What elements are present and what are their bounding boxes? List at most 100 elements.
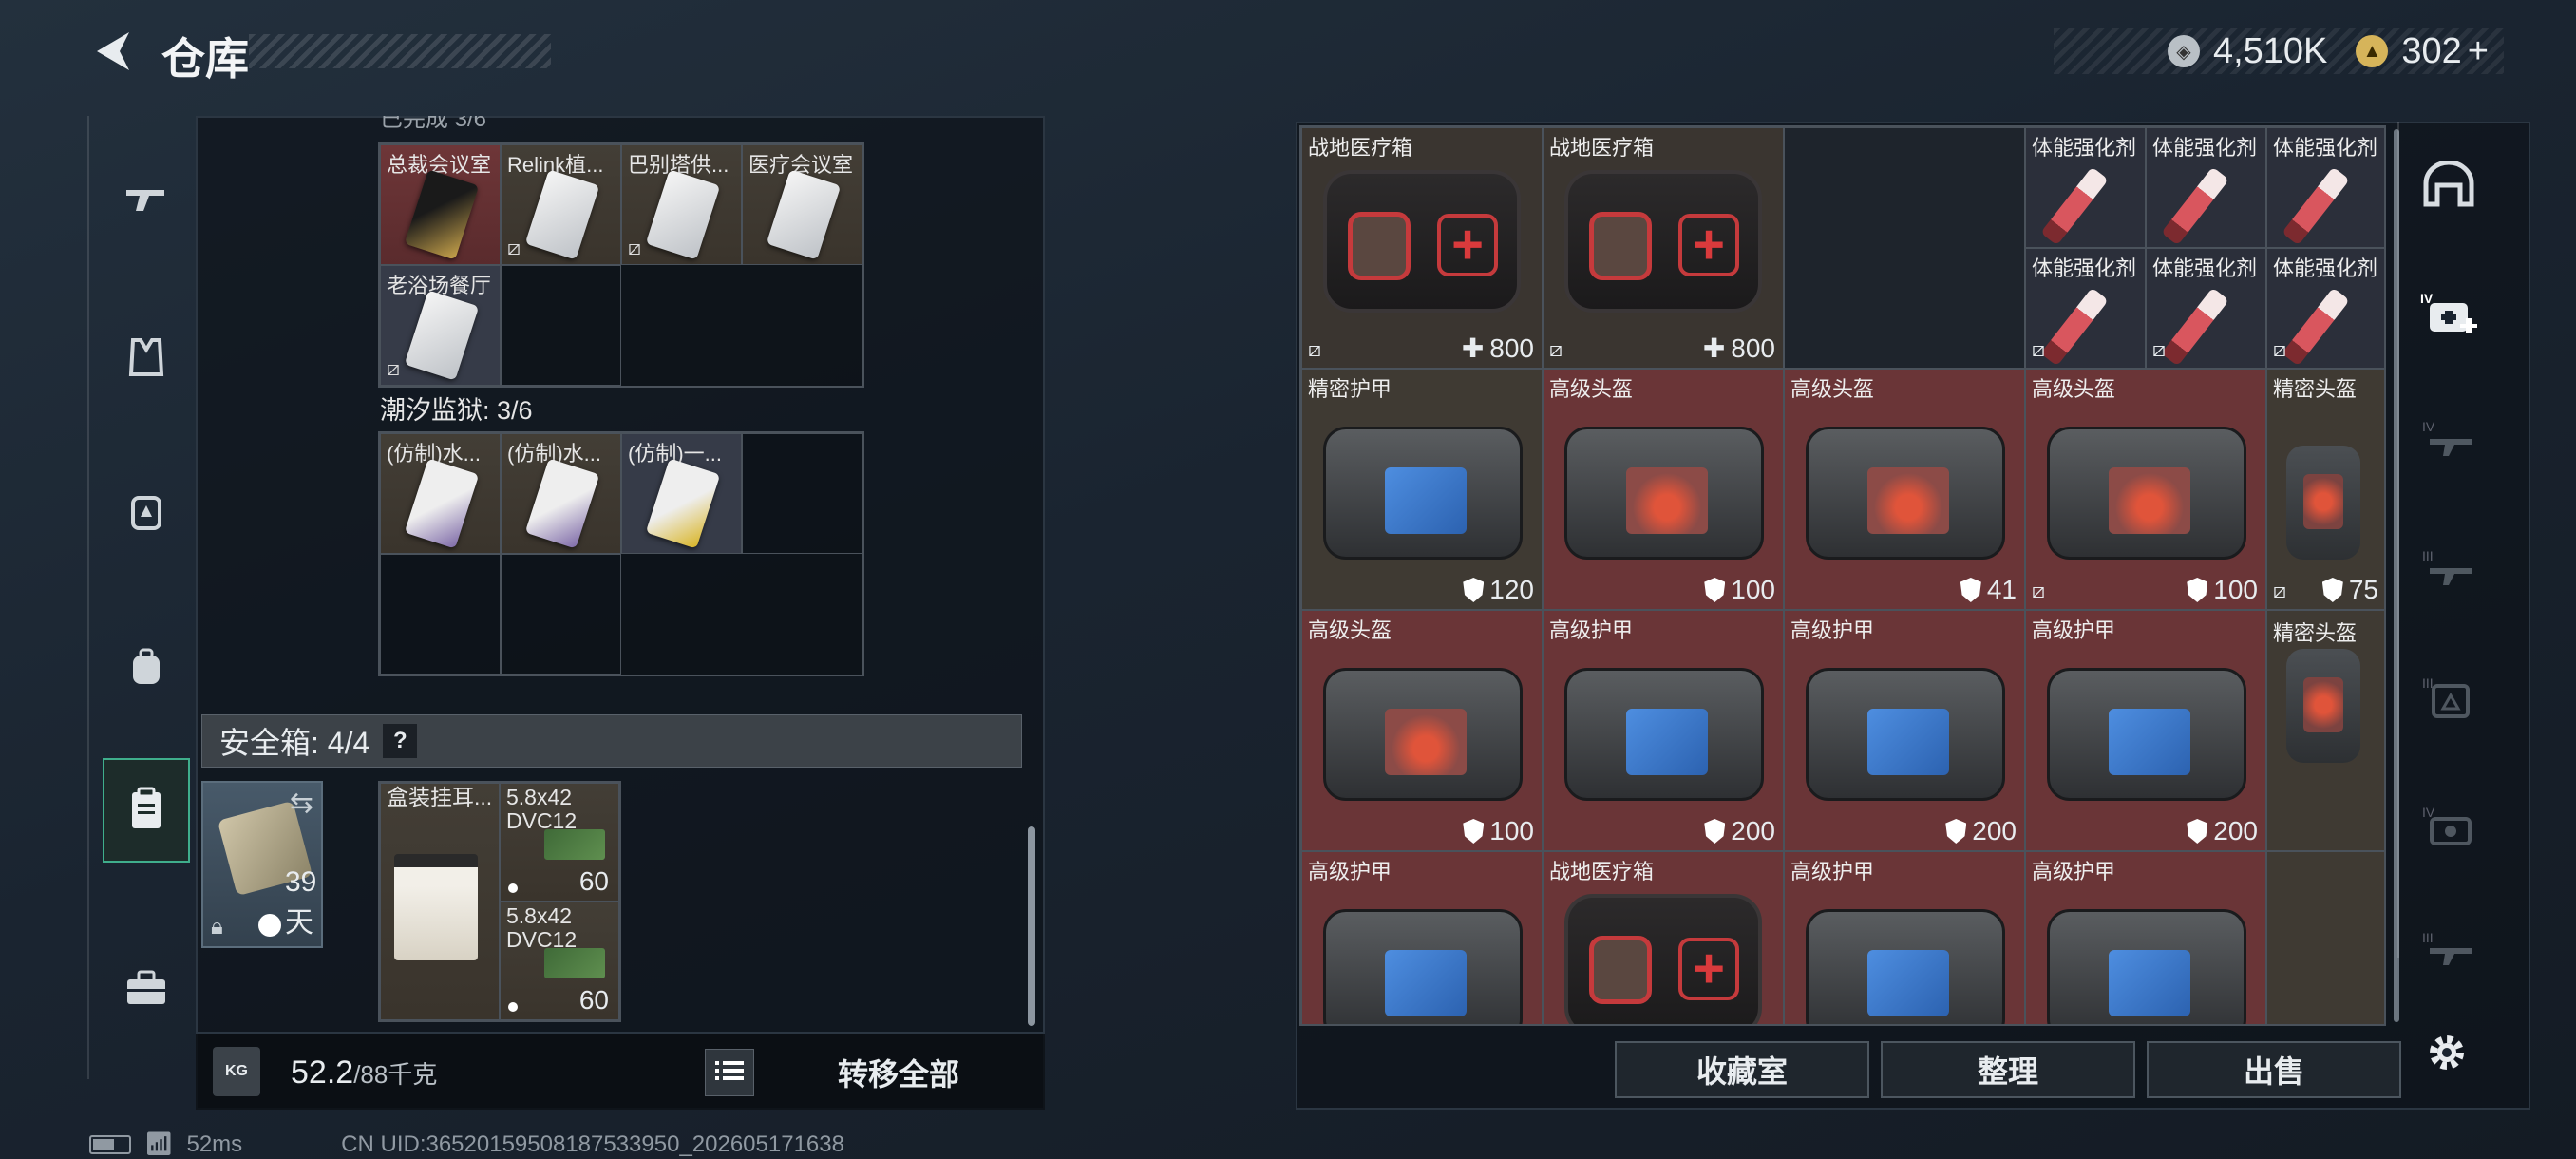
item-value: ✚ 800 [1461,332,1534,364]
item-name: 体能强化剂 [2032,256,2137,280]
no-trade-icon: ⧄ [387,356,400,380]
item-name: 高级护甲 [1790,618,1875,642]
nav-toolbox[interactable] [103,946,190,1034]
nav-weapons[interactable] [103,158,190,245]
vest-icon [127,336,165,383]
injector-item[interactable]: 体能强化剂 [2146,127,2266,248]
tab-medical[interactable]: IV [2415,281,2483,350]
tab-all[interactable] [2415,152,2483,220]
key-card-slot[interactable]: (仿制)水... [380,433,501,554]
durability: 41 [1960,575,2017,605]
settings-button[interactable] [2418,1026,2475,1083]
gun-icon [123,180,170,223]
gold-add-button[interactable]: + [2468,31,2489,72]
ammo-box-icon [544,948,605,978]
helmet-item[interactable]: 高级头盔 41 [1784,369,2025,610]
item-name: 高级护甲 [1308,860,1392,884]
tab-iii-misc[interactable]: III [2415,916,2483,984]
ammo-box-icon [544,829,605,860]
sell-button[interactable]: 出售 [2147,1041,2401,1098]
tab-iii-weapon[interactable]: III [2415,536,2483,604]
injector-item[interactable]: 体能强化剂 [2025,127,2146,248]
injector-item[interactable]: 体能强化剂 ⧄ [2025,248,2146,369]
nav-armor[interactable] [103,315,190,403]
empty-slot[interactable] [742,433,862,554]
gold-coin-icon: ▲ [2356,35,2389,67]
medkit-icon: + [1564,894,1762,1024]
key-card-slot[interactable]: (仿制)水... [501,433,621,554]
key-card-slot[interactable]: 总裁会议室 [380,144,501,265]
injector-item[interactable]: 体能强化剂 ⧄ [2146,248,2266,369]
empty-slot[interactable] [1784,127,2025,369]
wifi-icon: ︎📶︎ [144,1131,174,1157]
key-card-slot[interactable]: Relink植... ⧄ [501,144,621,265]
item-name: 高级护甲 [2032,618,2116,642]
grid-gap [621,265,862,386]
nav-backpack[interactable] [103,625,190,712]
helmet-item[interactable]: 精密头盔 ⧄ 75 [2266,369,2384,610]
no-trade-icon: ⧄ [628,236,641,259]
medkit-icon: + [1564,170,1762,313]
injector-item[interactable]: 体能强化剂 [2266,127,2384,248]
helmet-item[interactable]: 高级头盔 100 [1543,369,1784,610]
medkit-item[interactable]: 战地医疗箱 + ⧄ ✚ 800 [1543,127,1784,369]
armor-item[interactable]: 高级护甲 [2025,851,2266,1024]
item-slot[interactable]: 盒装挂耳... [380,783,500,1020]
empty-slot[interactable] [2266,851,2384,1024]
key-card-slot[interactable]: 老浴场餐厅 ⧄ [380,265,501,386]
key-card-slot[interactable]: 巴别塔供... ⧄ [621,144,742,265]
sort-button[interactable]: 整理 [1881,1041,2135,1098]
page-title: 仓库 [161,34,249,84]
item-name: 盒装挂耳... [387,785,493,809]
medkit-item[interactable]: 战地医疗箱 + ⧄ ✚ 800 [1301,127,1543,369]
item-name: 体能强化剂 [2273,256,2378,280]
help-button[interactable]: ? [383,724,418,758]
svg-text:IV: IV [2422,419,2435,434]
status-bar: ︎📶︎ 52ms CN UID:36520159508187533950_202… [89,1130,844,1158]
back-button[interactable] [84,21,141,82]
item-name: 战地医疗箱 [1308,136,1413,160]
weight-value: 52.2 [291,1054,354,1091]
medkit-add-icon: IV [2420,290,2477,342]
armor-item[interactable]: 高级护甲 200 [1543,610,1784,851]
list-view-button[interactable] [705,1049,754,1096]
empty-slot[interactable] [501,554,621,674]
item-quantity: 60 [578,985,609,1015]
ammo-slot[interactable]: 5.8x42 DVC12 60 [500,902,619,1020]
tab-iv-weapon[interactable]: IV [2415,407,2483,475]
ping: 52ms [186,1130,243,1157]
medkit-icon: + [1323,170,1521,313]
safebox-label: 安全箱: 4/4 [219,726,370,760]
lock-icon: 🔒︎ [211,914,223,940]
key-card-slot[interactable]: (仿制)一... [621,433,742,554]
inventory-scrollbar[interactable] [1028,826,1035,1026]
clock-icon [258,914,281,937]
prison-key-grid: (仿制)水... (仿制)水... (仿制)一... [378,431,864,676]
tab-iv-rig[interactable]: IV [2415,794,2483,863]
backpack-icon [127,646,165,693]
helmet-item[interactable]: 精密头盔 [2266,610,2384,851]
collection-room-button[interactable]: 收藏室 [1615,1041,1869,1098]
medkit-item[interactable]: 战地医疗箱 + [1543,851,1784,1024]
ammo-slot[interactable]: 5.8x42 DVC12 60 [500,783,619,902]
nav-chest-rig[interactable] [103,469,190,557]
empty-slot[interactable] [380,554,501,674]
key-card-slot[interactable]: 医疗会议室 [742,144,862,265]
tab-iii-armor[interactable]: III [2415,665,2483,733]
armor-item[interactable]: 高级护甲 [1301,851,1543,1024]
empty-slot[interactable] [501,265,621,386]
injector-item[interactable]: 体能强化剂 ⧄ [2266,248,2384,369]
armor-item[interactable]: 高级护甲 200 [1784,610,2025,851]
armor-item[interactable]: 精密护甲 120 [1301,369,1543,610]
transfer-all-button[interactable]: 转移全部 [766,1049,1032,1096]
nav-safebox[interactable] [103,758,190,863]
safebox-slot[interactable]: ⇆ 🔒︎ 39天 [201,781,323,948]
key-card-icon [404,290,480,381]
armor-item[interactable]: 高级护甲 200 [2025,610,2266,851]
collection-progress-label: 已完成 3/6 [380,116,487,131]
clipboard-icon [129,787,163,835]
armor-item[interactable]: 高级护甲 [1784,851,2025,1024]
helmet-item[interactable]: 高级头盔 100 [1301,610,1543,851]
helmet-item[interactable]: 高级头盔 ⧄ 100 [2025,369,2266,610]
swap-icon[interactable]: ⇆ [290,787,313,820]
